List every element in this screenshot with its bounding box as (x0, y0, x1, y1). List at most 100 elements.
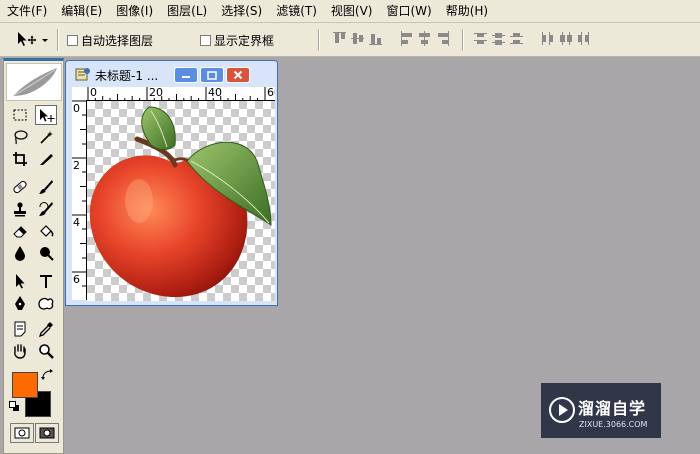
menu-filter[interactable]: 滤镜(T) (269, 0, 324, 22)
note-icon (14, 321, 26, 337)
ruler-label: 2 (73, 159, 80, 172)
auto-select-layer-checkbox[interactable]: 自动选择图层 (67, 32, 153, 49)
distribute-top-button[interactable] (474, 31, 487, 46)
history-brush-icon (39, 202, 53, 216)
ruler-ticks (87, 87, 266, 100)
dodge-tool[interactable] (35, 243, 57, 263)
minimize-button[interactable] (174, 67, 198, 83)
maximize-button[interactable] (200, 67, 224, 83)
options-separator (462, 29, 464, 51)
play-logo-icon (549, 397, 575, 423)
checkbox-box[interactable] (200, 35, 211, 46)
magic-wand-tool[interactable] (35, 127, 57, 147)
horizontal-ruler[interactable]: 0 20 40 60 (87, 87, 275, 101)
menu-file[interactable]: 文件(F) (0, 0, 54, 22)
tool-preset-picker[interactable] (8, 29, 52, 49)
menu-edit[interactable]: 编辑(E) (54, 0, 109, 22)
options-bar: 自动选择图层 显示定界框 (0, 23, 700, 57)
menu-window[interactable]: 窗口(W) (379, 0, 438, 22)
distribute-left-button[interactable] (541, 31, 554, 46)
distribute-spacer (528, 31, 536, 46)
shape-icon (38, 297, 54, 310)
watermark-logo: 溜溜自学 ZIXUE.3066.COM (541, 383, 661, 438)
ruler-label: 40 (208, 87, 222, 99)
distribute-horizontal-centers-button[interactable] (559, 31, 572, 46)
blur-tool[interactable] (9, 243, 31, 263)
pen-tool[interactable] (9, 293, 31, 313)
auto-select-layer-label: 自动选择图层 (81, 34, 154, 48)
path-select-icon (16, 274, 25, 289)
move-tool[interactable] (35, 105, 57, 125)
feather-icon (12, 68, 57, 97)
custom-shape-tool[interactable] (35, 293, 57, 313)
menu-layer[interactable]: 图层(L) (160, 0, 214, 22)
distribute-vertical-centers-button[interactable] (492, 31, 505, 46)
marquee-icon (13, 109, 27, 121)
align-horizontal-centers-button[interactable] (418, 31, 431, 46)
checkbox-box[interactable] (67, 35, 78, 46)
dropdown-arrow-icon (42, 39, 48, 42)
default-colors-icon[interactable] (9, 401, 20, 415)
swap-colors-icon[interactable] (41, 369, 55, 384)
distribute-bottom-button[interactable] (510, 31, 523, 46)
standard-mode-icon (14, 427, 30, 439)
align-vertical-centers-button[interactable] (351, 31, 364, 46)
eraser-tool[interactable] (9, 221, 31, 241)
hand-icon (14, 344, 26, 359)
align-left-edges-button[interactable] (400, 31, 413, 46)
crop-tool[interactable] (9, 149, 31, 169)
eyedropper-tool[interactable] (35, 319, 57, 339)
maximize-icon (207, 70, 217, 80)
foreground-color-swatch[interactable] (12, 372, 38, 398)
type-tool[interactable] (35, 271, 57, 291)
move-tool-icon (18, 32, 48, 46)
align-spacer (387, 31, 395, 46)
marquee-tool[interactable] (9, 105, 31, 125)
brush-tool[interactable] (35, 177, 57, 197)
align-bottom-edges-button[interactable] (369, 31, 382, 46)
history-brush-tool[interactable] (35, 199, 57, 219)
lasso-icon (14, 130, 28, 145)
apple-image (89, 106, 272, 298)
path-selection-tool[interactable] (9, 271, 31, 291)
ruler-label: 0 (90, 87, 97, 99)
ruler-origin[interactable] (72, 87, 88, 101)
paint-bucket-tool[interactable] (35, 221, 57, 241)
clone-stamp-tool[interactable] (9, 199, 31, 219)
menu-image[interactable]: 图像(I) (109, 0, 160, 22)
pen-icon (15, 296, 25, 310)
ruler-ticks (72, 100, 86, 287)
distribute-buttons (474, 31, 590, 46)
notes-tool[interactable] (9, 319, 31, 339)
document-canvas[interactable] (87, 101, 275, 301)
standard-mode-button[interactable] (10, 423, 34, 443)
healing-brush-tool[interactable] (9, 177, 31, 197)
slice-tool[interactable] (35, 149, 57, 169)
zoom-icon (39, 344, 54, 359)
vertical-ruler[interactable]: 0 2 4 6 (72, 100, 87, 300)
align-right-edges-button[interactable] (436, 31, 449, 46)
eraser-icon (13, 226, 27, 238)
zoom-tool[interactable] (35, 341, 57, 361)
document-title-bar[interactable]: 未标题-1 ... (66, 61, 277, 87)
options-separator (318, 29, 320, 51)
feather-logo[interactable] (6, 63, 62, 101)
show-bounding-box-label: 显示定界框 (214, 34, 275, 48)
distribute-right-button[interactable] (577, 31, 590, 46)
show-bounding-box-checkbox[interactable]: 显示定界框 (200, 32, 274, 49)
menu-bar: 文件(F) 编辑(E) 图像(I) 图层(L) 选择(S) 滤镜(T) 视图(V… (0, 0, 700, 23)
watermark-subtitle: ZIXUE.3066.COM (579, 420, 648, 429)
quick-mask-icon (39, 427, 55, 439)
dodge-icon (40, 247, 54, 261)
menu-help[interactable]: 帮助(H) (439, 0, 495, 22)
quick-mask-mode-button[interactable] (35, 423, 59, 443)
menu-view[interactable]: 视图(V) (324, 0, 380, 22)
ruler-label: 4 (73, 216, 80, 229)
toolbox (3, 58, 64, 454)
hand-tool[interactable] (9, 341, 31, 361)
menu-select[interactable]: 选择(S) (214, 0, 269, 22)
eyedropper-icon (38, 322, 53, 337)
close-button[interactable] (226, 67, 250, 83)
lasso-tool[interactable] (9, 127, 31, 147)
align-top-edges-button[interactable] (333, 31, 346, 46)
